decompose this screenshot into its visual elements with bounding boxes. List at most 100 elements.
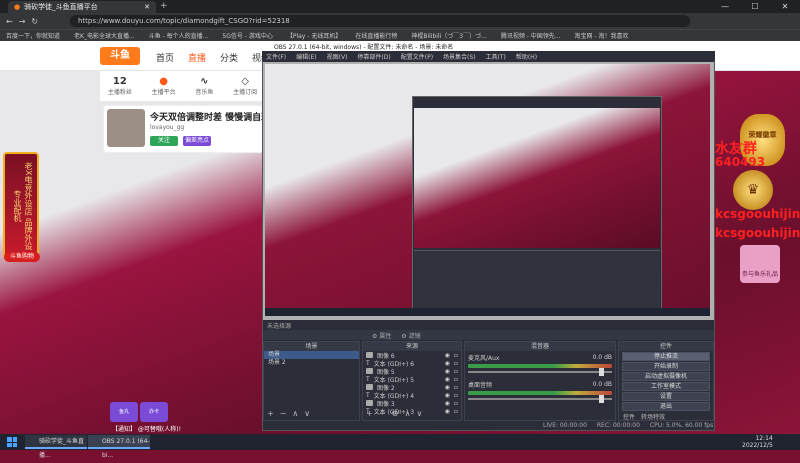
reload-icon[interactable]: ↻	[31, 17, 38, 26]
volume-slider[interactable]	[468, 395, 612, 403]
bookmark-item[interactable]: 神棍Bilibili（づ￣3￣）づ...	[411, 31, 486, 40]
text-icon: T	[366, 391, 370, 399]
eye-icon[interactable]: ◉	[445, 376, 450, 383]
add-icon[interactable]: +	[366, 409, 373, 418]
tab-close-icon[interactable]: ✕	[144, 3, 150, 11]
eye-icon[interactable]: ◉	[445, 360, 450, 367]
back-icon[interactable]: ←	[6, 17, 13, 26]
lock-icon[interactable]: ▫	[454, 400, 458, 407]
forward-icon[interactable]: →	[19, 17, 26, 26]
add-icon[interactable]: +	[267, 409, 274, 418]
properties-button[interactable]: ⚙ 属性	[372, 331, 391, 340]
gift-button[interactable]: 办卡	[140, 402, 168, 422]
menu-help[interactable]: 帮助(H)	[516, 52, 537, 61]
nav-live[interactable]: 直播	[188, 51, 206, 64]
scene-item[interactable]: 场景	[264, 351, 359, 359]
exit-button[interactable]: 退出	[622, 402, 710, 411]
taskbar-obs[interactable]: OBS 27.0.1 (64-bi...	[88, 435, 150, 459]
gift-promo[interactable]: 参与鱼乐礼品	[740, 245, 780, 283]
menu-file[interactable]: 文件(F)	[266, 52, 286, 61]
bookmark-item[interactable]: 老K_电影全球大直播...	[74, 31, 135, 40]
gear-icon[interactable]: ⚙	[391, 409, 398, 418]
stat-music[interactable]: ∿ 音乐鱼	[195, 76, 213, 96]
menu-edit[interactable]: 编辑(E)	[296, 52, 316, 61]
menu-profile[interactable]: 配置文件(P)	[401, 52, 433, 61]
taskbar-clock[interactable]: 12:14 2022/12/5	[742, 435, 773, 449]
tab-controls[interactable]: 控件	[623, 412, 635, 421]
bookmark-item[interactable]: 【Play - 无线耳机】	[287, 31, 342, 40]
stat-fans[interactable]: 12 主播粉丝	[108, 76, 132, 96]
slider-handle[interactable]	[599, 395, 604, 403]
scene-item[interactable]: 场景 2	[264, 359, 359, 367]
move-up-icon[interactable]: ∧	[292, 409, 298, 418]
ad-banner-cta[interactable]: 斗鱼购物	[4, 252, 40, 262]
scenes-header: 场景	[264, 342, 359, 351]
filters-button[interactable]: ⚙ 滤镜	[401, 331, 420, 340]
site-logo[interactable]: 斗鱼	[100, 47, 140, 65]
nav-category[interactable]: 分类	[220, 51, 238, 64]
clock-date: 2022/12/5	[742, 442, 773, 449]
move-up-icon[interactable]: ∧	[405, 409, 411, 418]
lock-icon[interactable]: ▫	[454, 384, 458, 391]
lock-icon[interactable]: ▫	[454, 352, 458, 359]
virtual-camera-button[interactable]: 启动虚拟摄像机	[622, 372, 710, 381]
move-down-icon[interactable]: ∨	[304, 409, 310, 418]
fire-icon: ●	[159, 76, 168, 87]
new-tab-button[interactable]: +	[160, 1, 168, 11]
track-name: 麦克风/Aux	[468, 355, 500, 362]
start-recording-button[interactable]: 开始录制	[622, 362, 710, 371]
taskbar-browser[interactable]: 骑砍学徒_斗鱼直播...	[25, 435, 87, 459]
browser-tab[interactable]: ● 骑砍学徒_斗鱼直播平台 ✕	[8, 1, 156, 13]
menu-view[interactable]: 视图(V)	[327, 52, 348, 61]
follow-button[interactable]: 关注	[150, 136, 178, 146]
bookmark-item[interactable]: 5G信号 - 游戏中心	[222, 31, 272, 40]
ad-banner[interactable]: 老X电竞外设店 品牌外设 专业配机	[3, 152, 39, 260]
close-button[interactable]: ✕	[770, 0, 800, 13]
window-controls: — ☐ ✕	[710, 0, 800, 13]
room-host-name[interactable]: lovayou_gg	[150, 124, 184, 131]
lock-icon[interactable]: ▫	[454, 392, 458, 399]
volume-slider[interactable]	[468, 368, 612, 376]
lock-icon[interactable]: ▫	[454, 360, 458, 367]
stat-platform[interactable]: ● 主播平台	[152, 76, 176, 96]
maximize-button[interactable]: ☐	[740, 0, 770, 13]
minimize-button[interactable]: —	[710, 0, 740, 13]
lock-icon[interactable]: ▫	[454, 368, 458, 375]
nav-home[interactable]: 首页	[156, 51, 174, 64]
remove-icon[interactable]: −	[280, 409, 287, 418]
eye-icon[interactable]: ◉	[445, 408, 450, 415]
bookmark-item[interactable]: 在线直播能行榜	[355, 31, 397, 40]
audio-mixer-panel: 混音器 麦克风/Aux 0.0 dB 桌面音频 0.0 dB	[464, 341, 616, 421]
bookmark-item[interactable]: 斗鱼 - 每个人的直播...	[149, 31, 209, 40]
overlay-id: kcsgoouhijin	[715, 226, 800, 240]
wave-icon: ∿	[200, 76, 209, 87]
eye-icon[interactable]: ◉	[445, 368, 450, 375]
menu-docks[interactable]: 停靠部件(D)	[357, 52, 390, 61]
room-avatar[interactable]	[107, 109, 145, 147]
menu-scene-collection[interactable]: 场景集合(S)	[443, 52, 476, 61]
gift-button[interactable]: 鱼丸	[110, 402, 138, 422]
highlight-button[interactable]: 偏差亮点	[183, 136, 211, 146]
tab-transitions[interactable]: 转场特效	[641, 412, 665, 421]
bookmark-item[interactable]: 百度一下，你就知道	[6, 31, 60, 40]
move-down-icon[interactable]: ∨	[416, 409, 422, 418]
selected-source-label: 未选择源	[263, 321, 714, 330]
studio-mode-button[interactable]: 工作室模式	[622, 382, 710, 391]
remove-icon[interactable]: −	[379, 409, 386, 418]
settings-button[interactable]: 设置	[622, 392, 710, 401]
lock-icon[interactable]: ▫	[454, 408, 458, 415]
eye-icon[interactable]: ◉	[445, 400, 450, 407]
menu-tools[interactable]: 工具(T)	[486, 52, 506, 61]
windows-start-icon[interactable]	[7, 437, 17, 447]
stat-subscribe[interactable]: ◇ 主播订阅	[233, 76, 257, 96]
bookmark-item[interactable]: 淘宝网 - 淘！我喜欢	[575, 31, 629, 40]
text-icon: T	[366, 375, 370, 383]
slider-handle[interactable]	[599, 368, 604, 376]
eye-icon[interactable]: ◉	[445, 352, 450, 359]
eye-icon[interactable]: ◉	[445, 392, 450, 399]
eye-icon[interactable]: ◉	[445, 384, 450, 391]
lock-icon[interactable]: ▫	[454, 376, 458, 383]
bookmark-item[interactable]: 腾讯视频 - 中国领先...	[501, 31, 561, 40]
url-field[interactable]: https://www.douyu.com/topic/diamondgift_…	[70, 15, 690, 27]
stop-streaming-button[interactable]: 停止推流	[622, 352, 710, 361]
